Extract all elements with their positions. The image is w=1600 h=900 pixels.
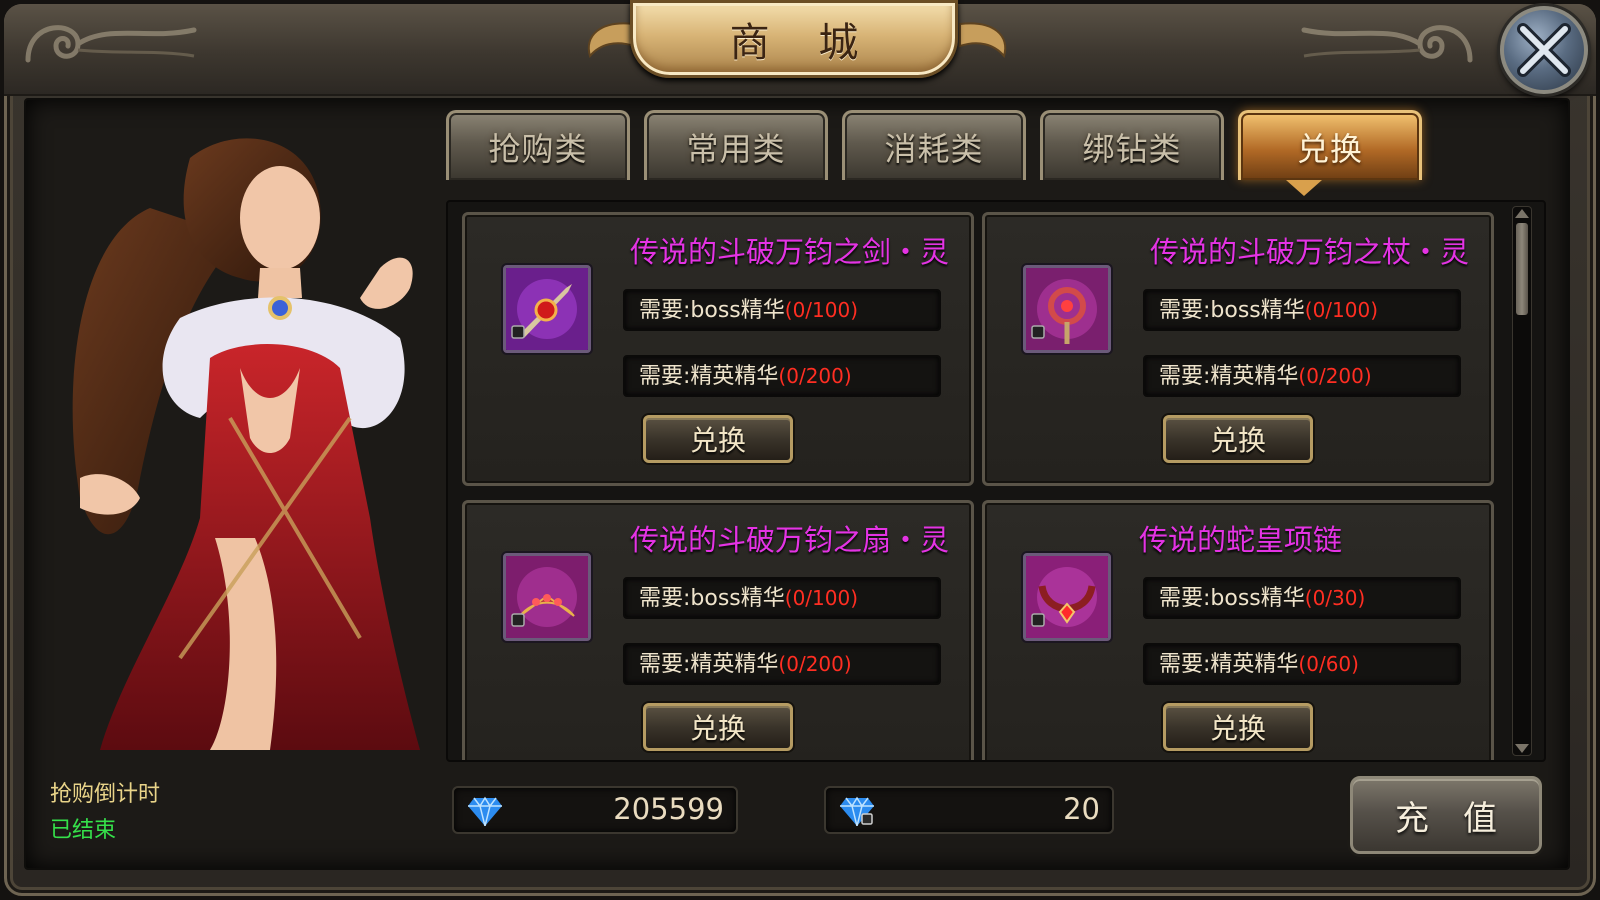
- requirement-label: 需要:精英精华: [1159, 652, 1299, 677]
- item-name: 传说的斗破万钧之杖・灵: [1149, 235, 1469, 269]
- exchange-button[interactable]: 兑换: [1163, 415, 1313, 463]
- title-ornament-right: [959, 22, 1007, 59]
- requirement-label: 需要:boss精华: [639, 298, 785, 323]
- requirement-label: 需要:精英精华: [639, 364, 779, 389]
- bound-diamond-balance: 20: [824, 786, 1114, 834]
- item-name: 传说的蛇皇项链: [1139, 523, 1343, 557]
- requirement-value: (0/100): [784, 586, 859, 610]
- fan-icon[interactable]: [503, 553, 591, 641]
- exchange-list: 传说的斗破万钧之剑・灵 需要:boss精华(0/100) 需要:精英精华(0/2…: [446, 200, 1546, 762]
- item-name: 传说的斗破万钧之剑・灵: [629, 235, 949, 269]
- sword-icon[interactable]: [503, 265, 591, 353]
- requirement-elite: 需要:精英精华(0/200): [1143, 355, 1461, 397]
- requirement-value: (0/100): [784, 298, 859, 322]
- requirement-boss: 需要:boss精华(0/100): [623, 289, 941, 331]
- recharge-button-label: 充值: [1395, 798, 1531, 839]
- scroll-up-icon[interactable]: [1515, 209, 1529, 218]
- scroll-down-icon[interactable]: [1515, 744, 1529, 753]
- exchange-button-label: 兑换: [689, 424, 746, 457]
- character-portrait: [72, 138, 420, 750]
- countdown-label: 抢购倒计时: [50, 782, 161, 807]
- tab-consumables[interactable]: 消耗类: [842, 110, 1026, 180]
- list-item: 传说的斗破万钧之剑・灵 需要:boss精华(0/100) 需要:精英精华(0/2…: [462, 212, 974, 486]
- list-scrollbar[interactable]: [1512, 206, 1532, 756]
- exchange-button-label: 兑换: [1209, 424, 1266, 457]
- tab-common[interactable]: 常用类: [644, 110, 828, 180]
- page-title: 商 城: [729, 20, 877, 66]
- diamond-balance: 205599: [452, 786, 738, 834]
- requirement-label: 需要:boss精华: [1159, 586, 1305, 611]
- tab-flash-sale[interactable]: 抢购类: [446, 110, 630, 180]
- requirement-value: (0/200): [778, 364, 852, 388]
- close-icon: [1517, 23, 1571, 77]
- tab-label: 常用类: [686, 129, 786, 168]
- tab-exchange[interactable]: 兑换: [1238, 110, 1422, 180]
- requirement-value: (0/30): [1304, 586, 1366, 610]
- necklace-icon[interactable]: [1023, 553, 1111, 641]
- requirement-label: 需要:精英精华: [1159, 364, 1299, 389]
- staff-icon[interactable]: [1023, 265, 1111, 353]
- requirement-value: (0/60): [1298, 652, 1359, 676]
- tab-label: 兑换: [1296, 129, 1363, 168]
- requirement-boss: 需要:boss精华(0/100): [623, 577, 941, 619]
- requirement-value: (0/100): [1304, 298, 1379, 322]
- scroll-ornament-left: [25, 25, 197, 63]
- close-button[interactable]: [1500, 6, 1588, 94]
- item-name: 传说的斗破万钧之扇・灵: [629, 523, 949, 557]
- title-plate: 商 城: [630, 0, 958, 78]
- requirement-elite: 需要:精英精华(0/200): [623, 355, 941, 397]
- bound-diamond-amount: 20: [1063, 792, 1100, 826]
- requirement-boss: 需要:boss精华(0/30): [1143, 577, 1461, 619]
- requirement-label: 需要:boss精华: [1159, 298, 1305, 323]
- exchange-button[interactable]: 兑换: [643, 703, 793, 751]
- bound-diamond-icon: [840, 796, 874, 826]
- recharge-button[interactable]: 充值: [1350, 776, 1542, 854]
- title-ornament-left: [587, 22, 635, 59]
- requirement-elite: 需要:精英精华(0/200): [623, 643, 941, 685]
- requirement-elite: 需要:精英精华(0/60): [1143, 643, 1461, 685]
- active-tab-pointer: [1286, 180, 1322, 196]
- tab-label: 抢购类: [488, 129, 588, 168]
- exchange-button[interactable]: 兑换: [643, 415, 793, 463]
- requirement-label: 需要:精英精华: [639, 652, 779, 677]
- requirement-boss: 需要:boss精华(0/100): [1143, 289, 1461, 331]
- scroll-thumb[interactable]: [1516, 223, 1528, 315]
- exchange-button-label: 兑换: [689, 712, 746, 745]
- requirement-value: (0/200): [778, 652, 852, 676]
- exchange-button[interactable]: 兑换: [1163, 703, 1313, 751]
- diamond-amount: 205599: [613, 792, 724, 826]
- list-item: 传说的斗破万钧之杖・灵 需要:boss精华(0/100) 需要:精英精华(0/2…: [982, 212, 1494, 486]
- list-item: 传说的斗破万钧之扇・灵 需要:boss精华(0/100) 需要:精英精华(0/2…: [462, 500, 974, 760]
- tab-label: 消耗类: [884, 129, 984, 168]
- countdown-status: 已结束: [50, 818, 117, 843]
- tab-bound-diamonds[interactable]: 绑钻类: [1040, 110, 1224, 180]
- scroll-ornament-right: [1301, 25, 1473, 63]
- requirement-label: 需要:boss精华: [639, 586, 785, 611]
- list-item: 传说的蛇皇项链 需要:boss精华(0/30) 需要:精英精华(0/60) 兑换: [982, 500, 1494, 760]
- exchange-button-label: 兑换: [1209, 712, 1266, 745]
- requirement-value: (0/200): [1298, 364, 1372, 388]
- tab-label: 绑钻类: [1082, 129, 1182, 168]
- diamond-icon: [468, 796, 502, 826]
